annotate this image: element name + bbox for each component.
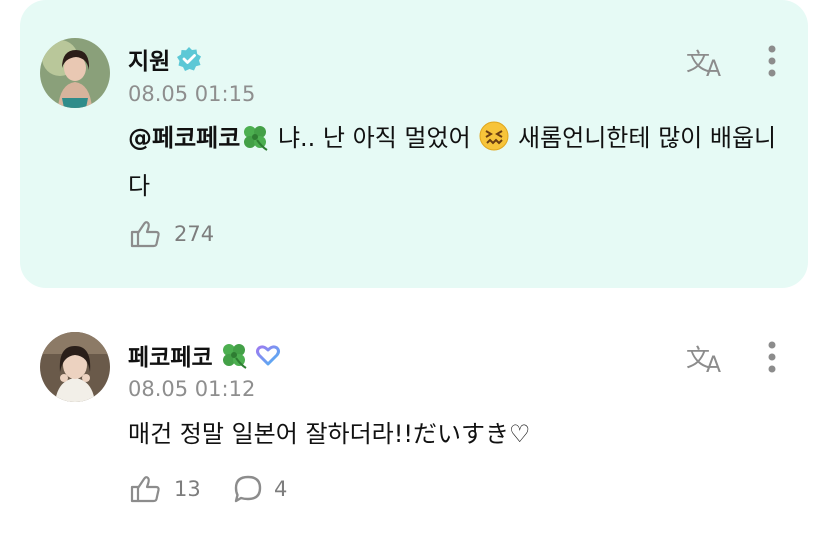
more-vertical-icon[interactable] — [762, 340, 782, 376]
comment-icon — [234, 475, 262, 503]
avatar[interactable] — [40, 332, 110, 402]
like-stat[interactable]: 13 — [128, 473, 201, 505]
post-text: 매건 정말 일본어 잘하더라!!だいすき♡ — [128, 420, 531, 448]
avatar[interactable] — [40, 38, 110, 108]
like-stat[interactable]: 274 — [128, 218, 214, 250]
translate-icon[interactable]: 文 A — [684, 44, 728, 80]
four-leaf-clover-icon — [222, 344, 247, 369]
like-icon — [130, 221, 160, 248]
mention[interactable]: @페코페코 — [128, 124, 240, 152]
verified-check-icon — [177, 47, 202, 71]
translate-icon[interactable]: 文 A — [684, 340, 728, 376]
comment-stat[interactable]: 4 — [232, 473, 287, 505]
svg-text:A: A — [706, 57, 721, 80]
timestamp: 08.05 01:15 — [128, 82, 256, 106]
heart-ring-icon — [255, 345, 280, 366]
like-count: 13 — [174, 477, 201, 501]
timestamp: 08.05 01:12 — [128, 377, 256, 401]
like-icon — [130, 476, 160, 503]
post-text: @페코페코 냐.. 난 아직 멀었어 새롬언니한테 많이 배웁니다 — [128, 117, 788, 207]
svg-text:A: A — [706, 353, 721, 376]
four-leaf-clover-icon — [240, 122, 270, 165]
more-vertical-icon[interactable] — [762, 44, 782, 80]
author-name[interactable]: 페코페코 — [128, 338, 281, 372]
comment-count: 4 — [274, 477, 288, 501]
author-name[interactable]: 지원 — [128, 42, 202, 76]
like-count: 274 — [174, 222, 215, 246]
confounded-face-icon — [478, 120, 510, 165]
